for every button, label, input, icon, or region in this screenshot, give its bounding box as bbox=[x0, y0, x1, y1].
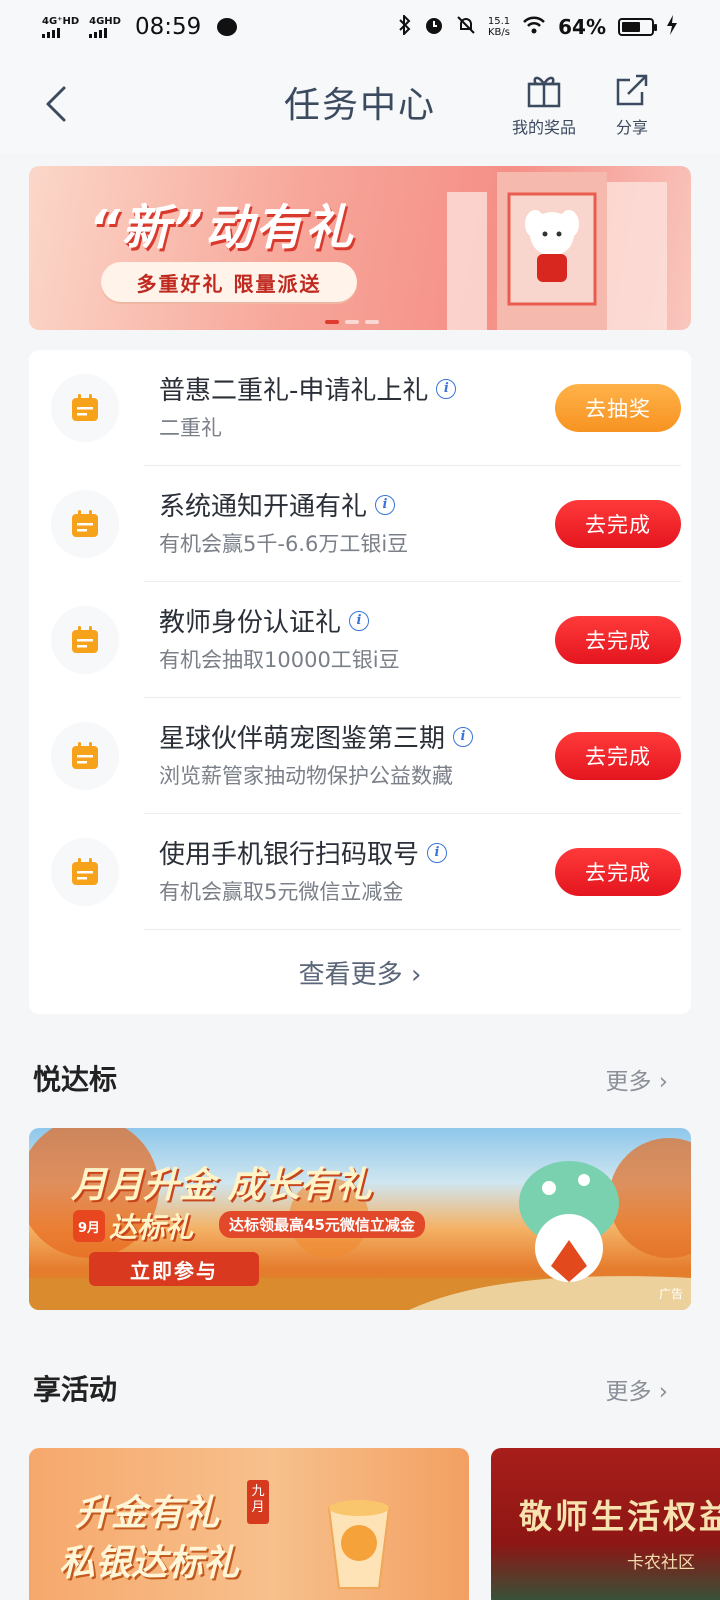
banner-pager bbox=[325, 320, 379, 324]
ad-headline: 月月升金 成长有礼 bbox=[71, 1165, 372, 1206]
info-icon[interactable]: i bbox=[427, 842, 448, 863]
info-icon[interactable]: i bbox=[436, 378, 457, 399]
complete-task-button[interactable]: 去完成 bbox=[555, 732, 681, 780]
chevron-right-icon: › bbox=[658, 1379, 668, 1405]
task-title: 教师身份认证礼 bbox=[159, 608, 342, 638]
task-subtitle: 有机会赢5千-6.6万工银i豆 bbox=[159, 532, 409, 556]
month-tag: 九月 bbox=[247, 1480, 269, 1524]
task-subtitle: 二重礼 bbox=[159, 416, 222, 440]
info-icon[interactable]: i bbox=[453, 726, 474, 747]
alarm-icon bbox=[424, 15, 444, 40]
draw-lottery-button[interactable]: 去抽奖 bbox=[555, 384, 681, 432]
promo-banner[interactable]: “新”动有礼 多重好礼 限量派送 bbox=[29, 166, 691, 330]
task-item: 使用手机银行扫码取号 i 有机会赢取5元微信立减金 去完成 bbox=[29, 814, 691, 930]
share-button[interactable]: 分享 bbox=[612, 70, 652, 138]
task-title: 星球伙伴萌宠图鉴第三期 bbox=[159, 724, 446, 754]
gift-icon bbox=[527, 76, 561, 108]
info-icon[interactable]: i bbox=[375, 494, 396, 515]
clock: 08:59 bbox=[134, 14, 202, 40]
chevron-right-icon: › bbox=[658, 1069, 668, 1095]
task-title: 使用手机银行扫码取号 bbox=[159, 840, 420, 870]
card-title-line2: 私银达标礼 bbox=[59, 1543, 240, 1584]
nav-header: 任务中心 我的奖品 分享 bbox=[0, 54, 720, 154]
task-item: 系统通知开通有礼 i 有机会赢5千-6.6万工银i豆 去完成 bbox=[29, 466, 691, 582]
divider bbox=[144, 929, 681, 930]
task-subtitle: 有机会赢取5元微信立减金 bbox=[159, 880, 404, 904]
task-item: 星球伙伴萌宠图鉴第三期 i 浏览薪管家抽动物保护公益数藏 去完成 bbox=[29, 698, 691, 814]
chevron-right-icon: › bbox=[410, 960, 422, 990]
task-list: 普惠二重礼-申请礼上礼 i 二重礼 去抽奖 系统通知开通有礼 i 有机会赢5千-… bbox=[29, 350, 691, 1014]
building-mascot-illustration bbox=[447, 172, 667, 330]
more-label: 更多 bbox=[605, 1379, 652, 1405]
month-badge: 9月 bbox=[73, 1210, 105, 1242]
share-icon bbox=[616, 74, 648, 106]
task-subtitle: 有机会抽取10000工银i豆 bbox=[159, 648, 400, 672]
card-title: 敬师生活权益 bbox=[519, 1497, 720, 1536]
banner-title: “新”动有礼 bbox=[89, 200, 355, 256]
task-title: 系统通知开通有礼 bbox=[159, 492, 368, 522]
calendar-icon bbox=[51, 490, 119, 558]
bluetooth-icon bbox=[398, 13, 412, 40]
banner-pill: 多重好礼 限量派送 bbox=[101, 262, 357, 302]
network-indicator-1: 4G⁺HD bbox=[42, 16, 79, 38]
calendar-icon bbox=[51, 722, 119, 790]
network-indicator-2: 4GHD bbox=[89, 16, 121, 38]
calendar-icon bbox=[51, 606, 119, 674]
mute-bell-icon bbox=[456, 15, 476, 40]
view-more-label: 查看更多 bbox=[298, 960, 403, 990]
message-notification-icon bbox=[217, 18, 238, 36]
view-more-tasks-link[interactable]: 查看更多 › bbox=[29, 954, 691, 991]
complete-task-button[interactable]: 去完成 bbox=[555, 500, 681, 548]
calendar-icon bbox=[51, 374, 119, 442]
section-title: 享活动 bbox=[33, 1373, 118, 1406]
activity-card[interactable]: 敬师生活权益 卡农社区 bbox=[491, 1448, 720, 1600]
status-bar: 4G⁺HD 4GHD 08:59 15.1 KB/s 64% bbox=[0, 0, 720, 54]
section-header-activities: 享活动 更多 › bbox=[0, 1354, 720, 1424]
calendar-icon bbox=[51, 838, 119, 906]
activity-card[interactable]: 升金有礼 私银达标礼 九月 bbox=[29, 1448, 469, 1600]
complete-task-button[interactable]: 去完成 bbox=[555, 616, 681, 664]
charging-icon bbox=[666, 14, 678, 40]
activity-carousel: 升金有礼 私银达标礼 九月 敬师生活权益 卡农社区 bbox=[29, 1448, 720, 1600]
my-prizes-label: 我的奖品 bbox=[512, 118, 577, 137]
card-title-line1: 升金有礼 bbox=[75, 1493, 220, 1534]
info-icon[interactable]: i bbox=[349, 610, 370, 631]
task-subtitle: 浏览薪管家抽动物保护公益数藏 bbox=[159, 764, 453, 788]
card-subtitle: 卡农社区 bbox=[627, 1553, 695, 1573]
ad-tag: 广告 bbox=[658, 1287, 683, 1301]
join-now-button[interactable]: 立即参与 bbox=[89, 1252, 259, 1286]
ad-promo-text: 达标领最高45元微信立减金 bbox=[219, 1211, 425, 1238]
task-title: 普惠二重礼-申请礼上礼 bbox=[159, 376, 429, 406]
section-header-standard: 悦达标 更多 › bbox=[0, 1044, 720, 1114]
battery-percent: 64% bbox=[558, 15, 606, 39]
task-item: 教师身份认证礼 i 有机会抽取10000工银i豆 去完成 bbox=[29, 582, 691, 698]
my-prizes-button[interactable]: 我的奖品 bbox=[512, 70, 576, 138]
ad-subheadline: 达标礼 bbox=[109, 1211, 194, 1244]
mascot-illustration bbox=[519, 1161, 619, 1282]
network-speed: 15.1 KB/s bbox=[487, 16, 511, 38]
battery-icon bbox=[618, 18, 657, 36]
section-more-link[interactable]: 更多 › bbox=[605, 1372, 668, 1406]
achievement-ad-banner[interactable]: 月月升金 成长有礼 9月 达标礼 达标领最高45元微信立减金 立即参与 广告 bbox=[29, 1128, 691, 1310]
task-item: 普惠二重礼-申请礼上礼 i 二重礼 去抽奖 bbox=[29, 350, 691, 466]
wifi-icon bbox=[522, 15, 546, 40]
section-title: 悦达标 bbox=[33, 1063, 118, 1096]
cup-illustration bbox=[327, 1500, 391, 1589]
complete-task-button[interactable]: 去完成 bbox=[555, 848, 681, 896]
share-label: 分享 bbox=[615, 118, 648, 137]
section-more-link[interactable]: 更多 › bbox=[605, 1062, 668, 1096]
more-label: 更多 bbox=[605, 1069, 652, 1095]
